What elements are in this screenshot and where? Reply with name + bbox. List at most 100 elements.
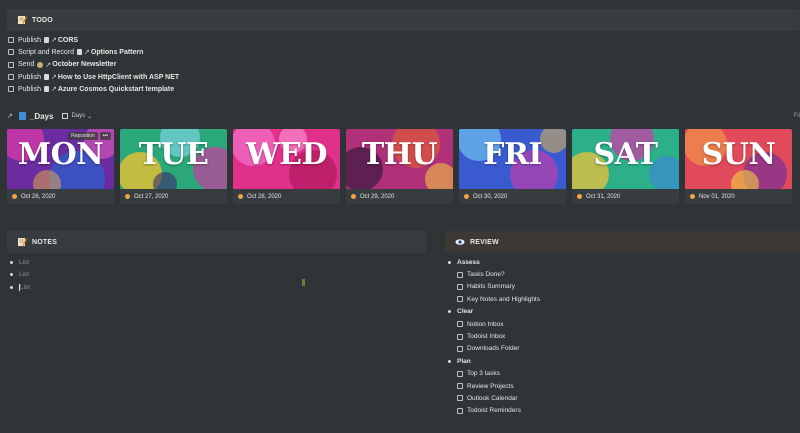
card-cover-image: SUN <box>685 129 792 189</box>
day-card[interactable]: SAT Oct 31, 2020 <box>572 129 679 204</box>
list-item[interactable]: List <box>10 269 30 282</box>
todo-checkbox[interactable] <box>8 61 14 68</box>
link-arrow-icon: ↗ <box>50 37 57 45</box>
card-footer: Oct 26, 2020 <box>7 189 114 204</box>
review-checkbox[interactable] <box>457 407 463 414</box>
review-item: Tasks Done? <box>448 268 540 280</box>
card-cover-image: SAT <box>572 129 679 189</box>
todo-checkbox[interactable] <box>8 49 14 56</box>
todo-link[interactable]: October Newsletter <box>52 61 116 68</box>
todo-checkbox[interactable] <box>8 86 14 93</box>
day-card[interactable]: TUE Oct 27, 2020 <box>120 129 227 204</box>
todo-item: Send ↗ October Newsletter <box>8 59 179 71</box>
card-footer: Oct 30, 2020 <box>459 189 566 204</box>
bullet <box>448 359 451 363</box>
sun-icon <box>238 194 243 199</box>
day-card[interactable]: THU Oct 29, 2020 <box>346 129 453 204</box>
memo-icon <box>17 15 27 25</box>
review-checkbox[interactable] <box>457 271 463 278</box>
day-name: WED <box>245 137 328 172</box>
review-item-label: Downloads Folder <box>467 345 520 353</box>
review-item-label: Todoist Reminders <box>467 407 521 415</box>
todo-prefix: Publish <box>18 85 41 93</box>
review-checkbox[interactable] <box>457 370 463 377</box>
card-footer: Oct 31, 2020 <box>572 189 679 204</box>
day-card[interactable]: WED Oct 28, 2020 <box>233 129 340 204</box>
bullet <box>10 285 13 289</box>
todo-prefix: Send <box>18 61 35 69</box>
list-item-text[interactable]: List <box>19 271 29 278</box>
review-item: Notion Inbox <box>448 318 540 330</box>
day-name: FRI <box>483 137 542 172</box>
todo-prefix: Publish <box>18 36 41 44</box>
day-name: SUN <box>701 137 776 172</box>
filter-button[interactable]: Fil <box>794 113 800 119</box>
review-item-label: Notion Inbox <box>467 320 504 328</box>
sun-icon <box>577 194 582 199</box>
review-list: Assess Tasks Done? Habits Summary Key No… <box>448 256 540 417</box>
review-item-label: Tasks Done? <box>467 271 505 279</box>
days-database-bar: ↗ _Days Days ⌄ Fil <box>7 110 800 122</box>
todo-link[interactable]: CORS <box>58 37 78 44</box>
review-checkbox[interactable] <box>457 296 463 303</box>
card-footer: Nov 01, 2020 <box>685 189 792 204</box>
card-cover-image: THU <box>346 129 453 189</box>
sun-icon <box>351 194 356 199</box>
review-checkbox[interactable] <box>457 283 463 290</box>
card-hover-toolbar: Reposition ••• <box>68 132 111 140</box>
day-card[interactable]: SUN Nov 01, 2020 <box>685 129 792 204</box>
review-group-label: Plan <box>457 357 471 365</box>
review-checkbox[interactable] <box>457 383 463 390</box>
sun-icon <box>12 194 17 199</box>
card-footer: Oct 29, 2020 <box>346 189 453 204</box>
review-group: Assess <box>448 256 540 268</box>
page-icon <box>77 49 83 56</box>
review-item: Todoist Inbox <box>448 330 540 342</box>
calendar-icon <box>18 112 26 120</box>
notes-title: NOTES <box>32 238 58 246</box>
todo-checkbox[interactable] <box>8 37 14 44</box>
link-arrow-icon: ↗ <box>84 49 90 57</box>
list-item-text[interactable]: List <box>19 259 29 266</box>
list-item[interactable]: List <box>10 281 30 294</box>
card-date: Oct 26, 2020 <box>21 193 56 200</box>
list-item[interactable]: List <box>10 256 30 269</box>
mouse-cursor-icon <box>302 279 305 286</box>
list-item-text[interactable]: List <box>20 284 30 291</box>
todo-item: Publish ↗ Azure Cosmos Quickstart templa… <box>8 83 179 95</box>
more-options-button[interactable]: ••• <box>99 132 111 140</box>
database-title[interactable]: _Days <box>30 112 54 121</box>
todo-link[interactable]: How to Use HttpClient with ASP NET <box>58 74 179 81</box>
todo-checkbox[interactable] <box>8 74 14 81</box>
chevron-down-icon: ⌄ <box>87 113 93 120</box>
todo-item: Publish ↗ How to Use HttpClient with ASP… <box>8 71 179 83</box>
review-checkbox[interactable] <box>457 345 463 352</box>
todo-link[interactable]: Options Pattern <box>91 49 144 56</box>
page-icon <box>43 74 49 81</box>
memo-icon <box>17 237 27 247</box>
sun-icon <box>690 194 695 199</box>
sun-icon <box>125 194 130 199</box>
day-card[interactable]: FRI Oct 30, 2020 <box>459 129 566 204</box>
link-arrow-icon[interactable]: ↗ <box>7 112 13 120</box>
review-checkbox[interactable] <box>457 321 463 328</box>
todo-header: TODO <box>7 9 800 31</box>
card-footer: Oct 28, 2020 <box>233 189 340 204</box>
notes-list: List List List <box>10 256 30 294</box>
notes-header: NOTES <box>7 231 426 253</box>
view-selector[interactable]: Days ⌄ <box>62 113 92 120</box>
review-checkbox[interactable] <box>457 333 463 340</box>
link-arrow-icon: ↗ <box>50 74 57 82</box>
review-item: Todoist Reminders <box>448 405 540 417</box>
card-date: Oct 29, 2020 <box>360 193 395 200</box>
card-cover-image: WED <box>233 129 340 189</box>
review-checkbox[interactable] <box>457 395 463 402</box>
bullet <box>448 260 451 264</box>
day-card[interactable]: MON Reposition ••• Oct 26, 2020 <box>7 129 114 204</box>
card-footer: Oct 27, 2020 <box>120 189 227 204</box>
review-item: Review Projects <box>448 380 540 392</box>
reposition-button[interactable]: Reposition <box>68 132 98 140</box>
day-name: SAT <box>593 137 658 172</box>
todo-link[interactable]: Azure Cosmos Quickstart template <box>58 86 174 93</box>
bullet <box>10 260 13 264</box>
